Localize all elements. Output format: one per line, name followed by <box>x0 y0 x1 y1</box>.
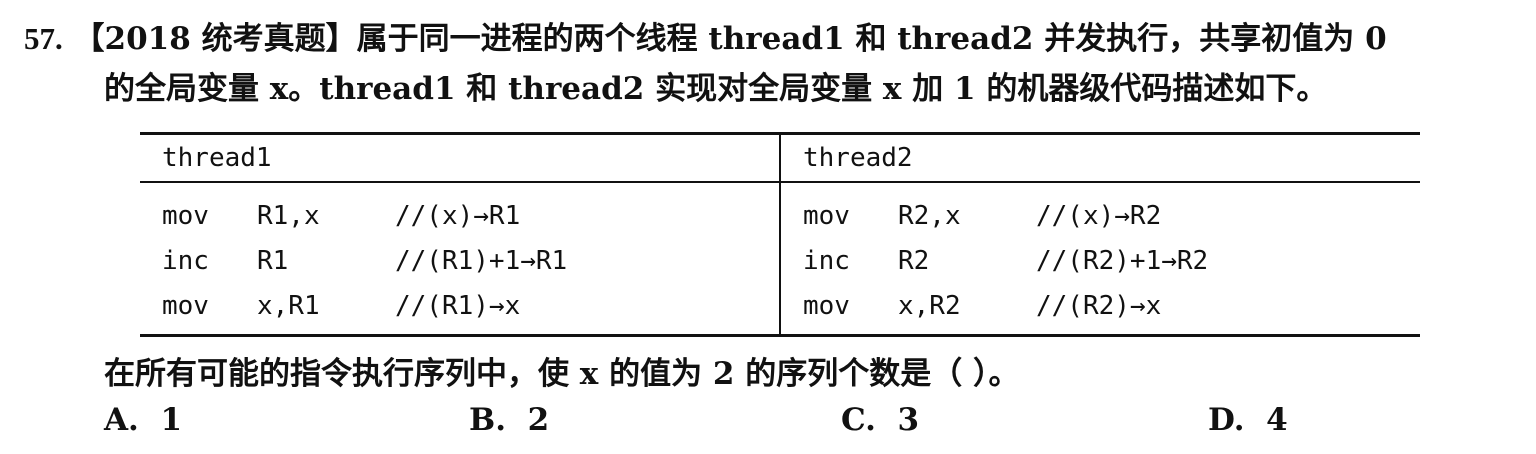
opcode: mov <box>803 200 850 231</box>
thread2-instruction: mov R2,x //(x)→R2 <box>780 182 1420 238</box>
code-row: mov R1,x //(x)→R1 mov R2,x //(x)→R2 <box>140 182 1420 238</box>
option-b[interactable]: B. 2 <box>469 402 549 438</box>
opcode: mov <box>803 290 850 321</box>
thread1-instruction: mov x,R1 //(R1)→x <box>140 283 781 336</box>
option-value: 1 <box>160 402 183 438</box>
code-row: inc R1 //(R1)+1→R1 inc R2 //(R2)+1→R2 <box>140 238 1420 283</box>
operands: R1 <box>257 245 289 276</box>
option-label: A. <box>104 402 139 438</box>
option-a[interactable]: A. 1 <box>104 402 182 438</box>
question-text-line-2: 的全局变量 x。thread1 和 thread2 实现对全局变量 x 加 1 … <box>104 71 1328 107</box>
question-number: 57. <box>24 21 63 56</box>
code-comment: //(x)→R2 <box>1036 200 1162 231</box>
opcode: mov <box>162 200 209 231</box>
option-value: 4 <box>1266 402 1288 438</box>
operands: x,R2 <box>898 290 961 321</box>
header-thread1: thread1 <box>140 133 781 183</box>
option-value: 3 <box>897 402 920 438</box>
question-line-1: 57. 【2018 统考真题】属于同一进程的两个线程 thread1 和 thr… <box>24 14 1524 64</box>
code-table: thread1 thread2 mov R1,x //(x)→R1 mov R2,x /… <box>140 132 1420 337</box>
question-line-2: 的全局变量 x。thread1 和 thread2 实现对全局变量 x 加 1 … <box>24 64 1524 114</box>
operands: x,R1 <box>257 290 320 321</box>
answer-options: A. 1 B. 2 C. 3 D. 4 <box>104 402 1404 446</box>
thread2-instruction: mov x,R2 //(R2)→x <box>780 283 1420 336</box>
code-comment: //(R1)+1→R1 <box>395 245 568 276</box>
option-label: D. <box>1208 402 1245 438</box>
option-d[interactable]: D. 4 <box>1208 402 1288 438</box>
code-comment: //(R2)→x <box>1036 290 1162 321</box>
code-table-header-row: thread1 thread2 <box>140 133 1420 183</box>
question-stem: 57. 【2018 统考真题】属于同一进程的两个线程 thread1 和 thr… <box>24 14 1524 114</box>
opcode: mov <box>162 290 209 321</box>
operands: R2 <box>898 245 930 276</box>
option-label: B. <box>469 402 506 438</box>
option-c[interactable]: C. 3 <box>841 402 919 438</box>
opcode: inc <box>803 245 850 276</box>
opcode: inc <box>162 245 209 276</box>
code-row: mov x,R1 //(R1)→x mov x,R2 //(R2)→x <box>140 283 1420 336</box>
code-comment: //(R2)+1→R2 <box>1036 245 1209 276</box>
question-prompt: 在所有可能的指令执行序列中，使 x 的值为 2 的序列个数是（ ）。 <box>104 356 1020 392</box>
option-label: C. <box>841 402 876 438</box>
option-value: 2 <box>527 402 550 438</box>
thread1-instruction: inc R1 //(R1)+1→R1 <box>140 238 781 283</box>
thread1-instruction: mov R1,x //(x)→R1 <box>140 182 781 238</box>
operands: R2,x <box>898 200 961 231</box>
header-thread2: thread2 <box>780 133 1420 183</box>
operands: R1,x <box>257 200 320 231</box>
code-comment: //(x)→R1 <box>395 200 521 231</box>
code-comment: //(R1)→x <box>395 290 521 321</box>
thread2-instruction: inc R2 //(R2)+1→R2 <box>780 238 1420 283</box>
question-text-line-1: 【2018 统考真题】属于同一进程的两个线程 thread1 和 thread2… <box>73 21 1387 57</box>
